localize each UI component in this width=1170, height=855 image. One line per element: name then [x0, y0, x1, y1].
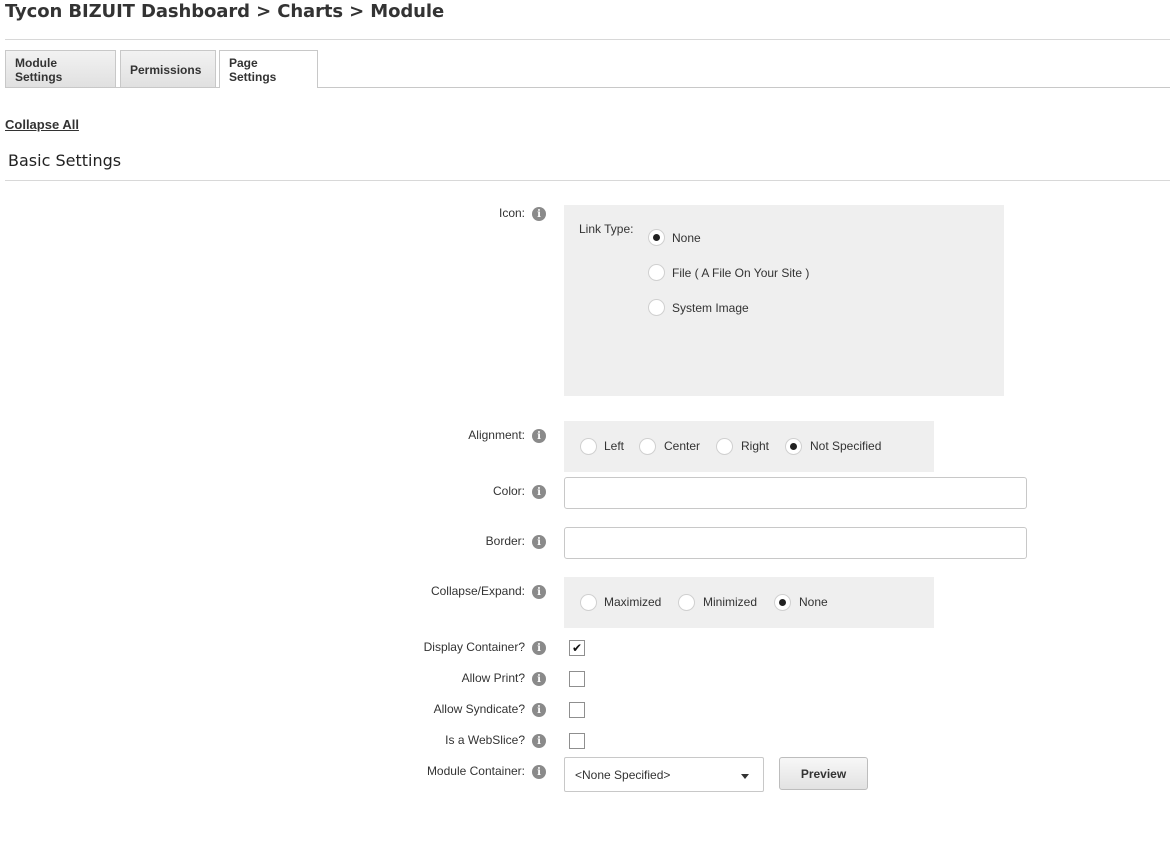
info-icon[interactable]: i — [532, 734, 546, 748]
alignment-not-specified-label: Not Specified — [810, 439, 882, 453]
tab-permissions[interactable]: Permissions — [120, 50, 216, 88]
alignment-right-label: Right — [741, 439, 770, 453]
none-label: None — [799, 595, 828, 609]
info-icon[interactable]: i — [532, 485, 546, 499]
info-icon[interactable]: i — [532, 703, 546, 717]
alignment-left-label: Left — [604, 439, 625, 453]
checkmark-icon: ✔ — [571, 641, 583, 655]
section-divider — [5, 180, 1170, 181]
alignment-label: Alignment: — [468, 428, 525, 442]
border-input[interactable] — [564, 527, 1027, 559]
display-container-label: Display Container? — [423, 640, 525, 654]
preview-button[interactable]: Preview — [779, 757, 868, 790]
allow-print-checkbox[interactable] — [569, 671, 585, 687]
link-type-file-radio[interactable] — [648, 264, 665, 281]
allow-print-label: Allow Print? — [461, 671, 525, 685]
is-webslice-checkbox[interactable] — [569, 733, 585, 749]
tabs-divider — [5, 87, 1170, 88]
info-icon[interactable]: i — [532, 765, 546, 779]
collapse-all-link[interactable]: Collapse All — [5, 117, 79, 132]
allow-syndicate-label: Allow Syndicate? — [433, 702, 525, 716]
link-type-none-label: None — [672, 231, 701, 245]
is-webslice-label: Is a WebSlice? — [445, 733, 525, 747]
maximized-radio[interactable] — [580, 594, 597, 611]
info-icon[interactable]: i — [532, 672, 546, 686]
link-type-file-label: File ( A File On Your Site ) — [672, 266, 810, 280]
page-title: Tycon BIZUIT Dashboard > Charts > Module — [5, 1, 445, 22]
link-type-system-image-radio[interactable] — [648, 299, 665, 316]
border-label: Border: — [485, 534, 525, 548]
module-container-select[interactable]: <None Specified> — [564, 757, 764, 792]
alignment-right-radio[interactable] — [716, 438, 733, 455]
module-container-value: <None Specified> — [575, 768, 671, 782]
collapse-expand-label: Collapse/Expand: — [430, 584, 525, 598]
icon-label: Icon: — [498, 206, 525, 220]
tab-page-settings[interactable]: Page Settings — [219, 50, 318, 88]
module-container-label: Module Container: — [426, 764, 525, 778]
minimized-label: Minimized — [703, 595, 758, 609]
tab-module-settings[interactable]: Module Settings — [5, 50, 116, 88]
minimized-radio[interactable] — [678, 594, 695, 611]
maximized-label: Maximized — [604, 595, 662, 609]
info-icon[interactable]: i — [532, 429, 546, 443]
info-icon[interactable]: i — [532, 641, 546, 655]
allow-syndicate-checkbox[interactable] — [569, 702, 585, 718]
color-label: Color: — [492, 484, 525, 498]
none-radio[interactable] — [774, 594, 791, 611]
link-type-none-radio[interactable] — [648, 229, 665, 246]
link-type-label: Link Type: — [579, 222, 634, 236]
section-title: Basic Settings — [8, 151, 122, 170]
info-icon[interactable]: i — [532, 535, 546, 549]
alignment-panel: Left Center Right Not Specified — [564, 421, 934, 472]
info-icon[interactable]: i — [532, 585, 546, 599]
link-type-system-image-label: System Image — [672, 301, 749, 315]
alignment-not-specified-radio[interactable] — [785, 438, 802, 455]
alignment-center-radio[interactable] — [639, 438, 656, 455]
display-container-checkbox[interactable]: ✔ — [569, 640, 585, 656]
icon-link-panel: Link Type: None File ( A File On Your Si… — [564, 205, 1004, 396]
color-input[interactable] — [564, 477, 1027, 509]
info-icon[interactable]: i — [532, 207, 546, 221]
title-divider — [5, 39, 1170, 40]
alignment-center-label: Center — [664, 439, 701, 453]
collapse-expand-panel: Maximized Minimized None — [564, 577, 934, 628]
chevron-down-icon — [741, 774, 749, 779]
alignment-left-radio[interactable] — [580, 438, 597, 455]
